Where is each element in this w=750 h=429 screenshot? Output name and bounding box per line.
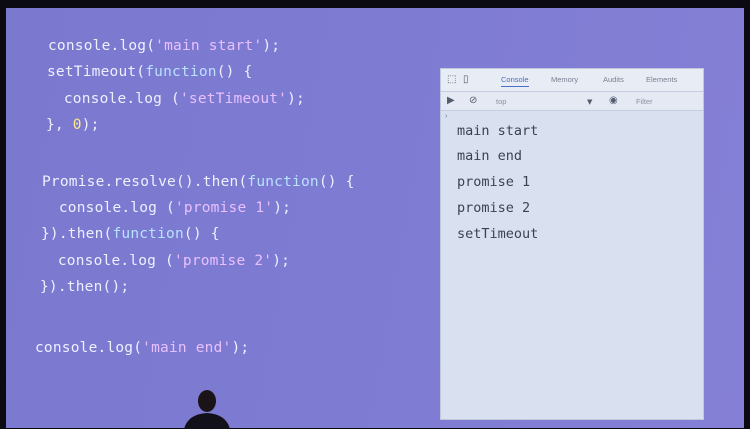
prompt-caret: ›	[445, 111, 448, 120]
code-token: );	[231, 340, 250, 356]
string-token: 'main end'	[142, 340, 232, 356]
code-token: () {	[183, 226, 220, 242]
filter-input[interactable]: Filter	[636, 97, 653, 106]
tab-memory[interactable]: Memory	[551, 75, 578, 84]
inspect-icon[interactable]: ⬚	[447, 74, 456, 86]
code-line-6: console.log ('promise 1');	[41, 200, 291, 216]
number-token: 0	[72, 117, 82, 133]
code-token: );	[262, 38, 281, 54]
code-token: console.log (	[41, 200, 175, 216]
console-line-4: promise 2	[457, 200, 531, 216]
console-output: › main start main end promise 1 promise …	[441, 111, 703, 411]
code-token: console.log (	[40, 253, 174, 269]
devtools-toolbar: ⬚ ▯ Console Memory Audits Elements	[441, 69, 703, 92]
eye-icon[interactable]: ◉	[609, 95, 618, 107]
presenter-silhouette	[184, 390, 230, 429]
console-line-2: main end	[457, 148, 523, 164]
console-line-1: main start	[457, 123, 539, 139]
keyword-token: function	[112, 226, 184, 242]
code-panel: console.log('main start'); setTimeout(fu…	[30, 36, 420, 416]
code-token: () {	[216, 64, 253, 80]
tab-elements[interactable]: Elements	[646, 75, 677, 84]
device-toggle-icon[interactable]: ▯	[463, 74, 469, 86]
code-line-7: }).then(function() {	[41, 226, 220, 242]
string-token: 'setTimeout'	[179, 91, 288, 107]
projected-slide: console.log('main start'); setTimeout(fu…	[6, 8, 744, 428]
tab-console[interactable]: Console	[501, 75, 529, 87]
context-selector[interactable]: top	[496, 97, 506, 106]
code-line-3: console.log ('setTimeout');	[46, 91, 305, 107]
code-line-1: console.log('main start');	[48, 38, 280, 54]
code-token: setTimeout(	[47, 64, 146, 80]
code-token: );	[272, 253, 291, 269]
code-token: }).then(	[41, 226, 113, 242]
code-token: );	[81, 117, 100, 133]
code-token: );	[287, 91, 305, 107]
code-token: Promise.resolve().then(	[42, 174, 248, 190]
string-token: 'promise 2'	[173, 253, 273, 269]
block-icon[interactable]: ⊘	[469, 95, 477, 107]
console-line-5: setTimeout	[457, 226, 539, 242]
code-token: console.log(	[48, 38, 156, 54]
console-line-3: promise 1	[457, 174, 531, 190]
code-line-8: console.log ('promise 2');	[40, 253, 290, 269]
dropdown-caret-icon[interactable]: ▼	[587, 96, 592, 108]
code-token: },	[46, 117, 73, 133]
code-line-4: }, 0);	[46, 117, 100, 133]
code-token: console.log (	[46, 91, 180, 107]
tab-audits[interactable]: Audits	[603, 75, 624, 84]
keyword-token: function	[247, 174, 319, 190]
console-filter-bar: ▶ ⊘ top ▼ ◉ Filter	[441, 92, 703, 111]
code-line-10: console.log('main end');	[35, 340, 249, 356]
string-token: 'main start'	[155, 38, 263, 54]
code-token: () {	[318, 174, 355, 190]
clear-console-icon[interactable]: ▶	[447, 95, 455, 107]
string-token: 'promise 1'	[174, 200, 274, 216]
keyword-token: function	[145, 64, 217, 80]
code-line-2: setTimeout(function() {	[47, 64, 252, 80]
code-line-9: }).then();	[40, 279, 129, 295]
code-token: }).then();	[40, 279, 130, 295]
code-line-5: Promise.resolve().then(function() {	[42, 174, 355, 190]
code-token: );	[273, 200, 292, 216]
code-token: console.log(	[35, 340, 143, 356]
devtools-panel: ⬚ ▯ Console Memory Audits Elements ▶ ⊘ t…	[440, 68, 704, 420]
